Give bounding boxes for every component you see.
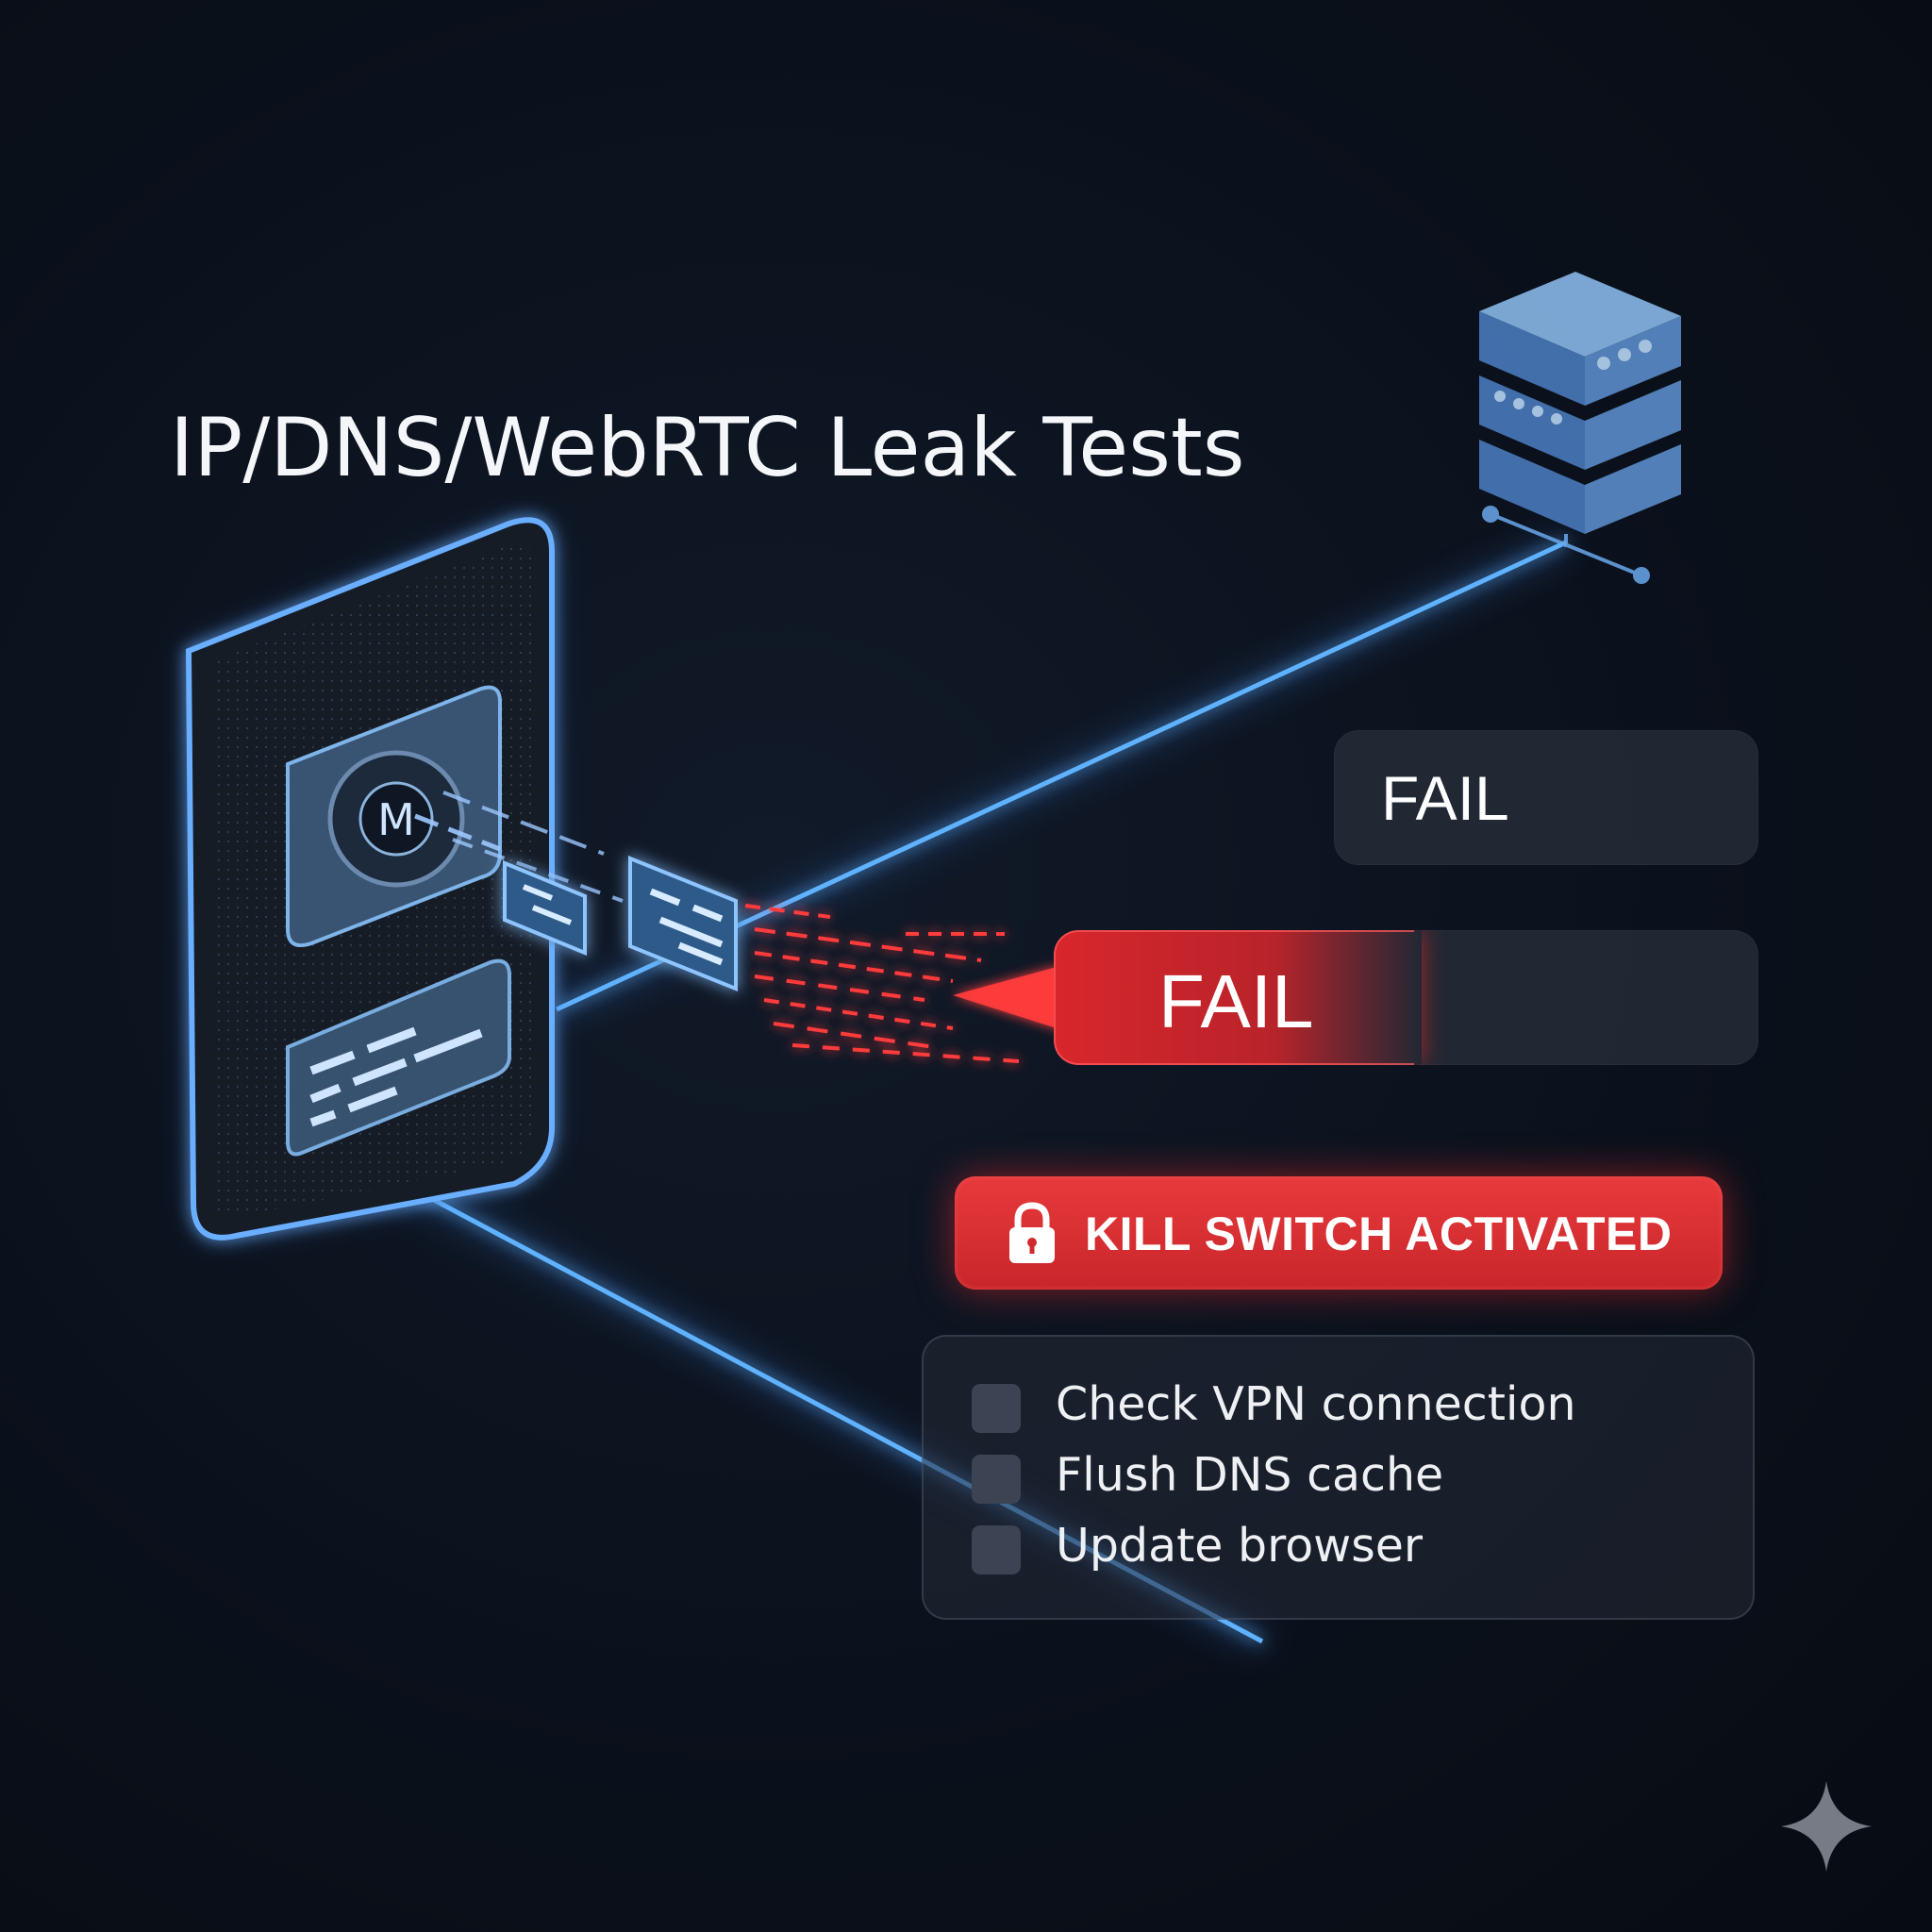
checklist-item-label: Check VPN connection [1056, 1377, 1576, 1431]
result-label: FAIL [1158, 959, 1314, 1043]
checklist-item-label: Update browser [1056, 1519, 1424, 1573]
checkbox[interactable] [972, 1455, 1021, 1504]
result-label: FAIL [1381, 763, 1509, 833]
page-title: IP/DNS/WebRTC Leak Tests [170, 401, 1245, 495]
lock-icon [1009, 1202, 1055, 1263]
kill-switch-label: KILL SWITCH ACTIVATED [1085, 1208, 1673, 1260]
leak-test-illustration: M IP/DNS/WebRTC Leak Tests FAIL FAIL KIL… [0, 0, 1932, 1932]
server-icon [1479, 272, 1681, 584]
device-illustration: M [185, 517, 555, 1241]
sparkle-icon [1781, 1781, 1872, 1872]
checkbox[interactable] [972, 1525, 1021, 1574]
app-badge-letter: M [377, 794, 415, 845]
ip-leak-result: FAIL [1334, 730, 1758, 865]
checklist-item-label: Flush DNS cache [1056, 1448, 1444, 1502]
checkbox[interactable] [972, 1384, 1021, 1433]
dns-leak-result: FAIL [1054, 930, 1758, 1065]
kill-switch-banner[interactable]: KILL SWITCH ACTIVATED [955, 1176, 1723, 1290]
